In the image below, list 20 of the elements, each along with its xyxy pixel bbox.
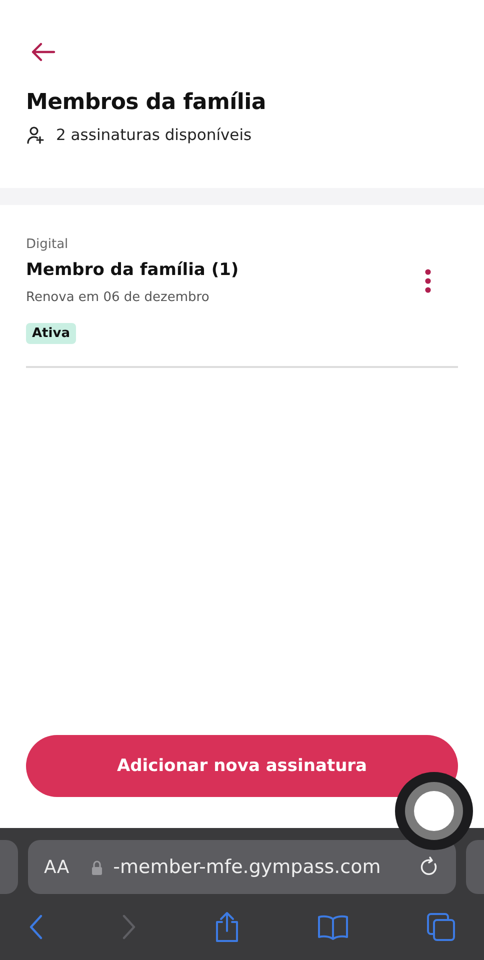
tabs-icon[interactable] (426, 912, 456, 942)
plan-category: Digital (26, 237, 68, 252)
lock-icon (91, 860, 104, 874)
status-badge: Ativa (26, 323, 76, 344)
text-size-button[interactable]: AA (44, 856, 70, 878)
available-subscriptions-text: 2 assinaturas disponíveis (56, 126, 252, 144)
address-bar[interactable]: AA -member-mfe.gympass.com (28, 840, 456, 894)
adjacent-tab-edge[interactable] (0, 840, 18, 894)
adjacent-tab-edge[interactable] (466, 840, 484, 894)
book-icon[interactable] (317, 914, 349, 940)
page-title: Membros da família (26, 90, 267, 115)
back-icon[interactable] (28, 913, 44, 941)
back-arrow-icon[interactable] (30, 42, 56, 62)
renewal-date: Renova em 06 de dezembro (26, 290, 210, 305)
url-text: -member-mfe.gympass.com (113, 856, 382, 878)
add-subscription-button[interactable]: Adicionar nova assinatura (26, 735, 458, 797)
add-person-icon (26, 125, 46, 145)
more-options-icon[interactable] (424, 268, 432, 294)
member-name: Membro da família (1) (26, 260, 239, 280)
share-icon[interactable] (214, 911, 240, 943)
